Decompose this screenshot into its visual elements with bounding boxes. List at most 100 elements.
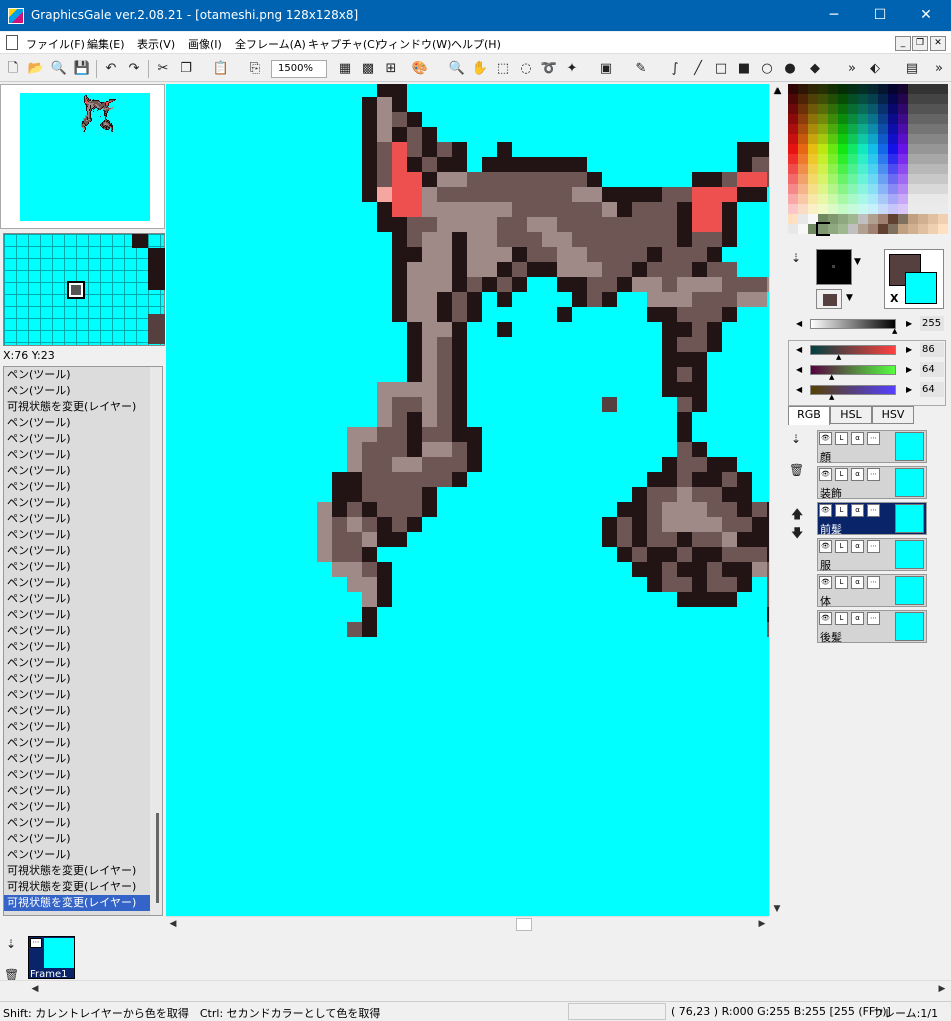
palette-swatch[interactable] xyxy=(848,154,858,164)
palette-swatch[interactable] xyxy=(798,194,808,204)
palette-swatch[interactable] xyxy=(798,124,808,134)
palette-swatch[interactable] xyxy=(888,214,898,224)
palette-swatch[interactable] xyxy=(858,224,868,234)
palette-swatch[interactable] xyxy=(838,224,848,234)
history-scrollbar[interactable] xyxy=(150,367,162,915)
palette-swatch[interactable] xyxy=(798,134,808,144)
palette-swatch[interactable] xyxy=(818,184,828,194)
palette-swatch[interactable] xyxy=(878,184,888,194)
history-item[interactable]: ペン(ツール) xyxy=(4,575,162,591)
palette-swatch[interactable] xyxy=(888,154,898,164)
palette-swatch[interactable] xyxy=(878,84,888,94)
palette-swatch[interactable] xyxy=(788,214,798,224)
palette-swatch[interactable] xyxy=(858,164,868,174)
palette-swatch[interactable] xyxy=(838,184,848,194)
palette-swatch[interactable] xyxy=(908,104,918,114)
history-item[interactable]: ペン(ツール) xyxy=(4,639,162,655)
palette-swatch[interactable] xyxy=(828,84,838,94)
palette-swatch[interactable] xyxy=(918,104,928,114)
palette-swatch[interactable] xyxy=(828,194,838,204)
palette-swatch[interactable] xyxy=(858,134,868,144)
scroll-left-icon[interactable]: ◀ xyxy=(166,917,180,931)
palette-swatch[interactable] xyxy=(828,94,838,104)
select-mode-icon[interactable]: ▣ xyxy=(597,60,615,78)
palette-swatch[interactable] xyxy=(938,184,948,194)
navigator-cursor[interactable] xyxy=(67,281,85,299)
history-item[interactable]: ペン(ツール) xyxy=(4,415,162,431)
brush-stroke-icon[interactable]: ∫ xyxy=(666,60,684,78)
palette-swatch[interactable] xyxy=(918,84,928,94)
palette-swatch[interactable] xyxy=(858,104,868,114)
palette-swatch[interactable] xyxy=(928,114,938,124)
palette-swatch[interactable] xyxy=(928,184,938,194)
palette-swatch[interactable] xyxy=(868,114,878,124)
palette-swatch[interactable] xyxy=(888,224,898,234)
palette-swatch[interactable] xyxy=(818,174,828,184)
palette-swatch[interactable] xyxy=(808,114,818,124)
palette-swatch[interactable] xyxy=(848,124,858,134)
lasso-select-icon[interactable]: ◌ xyxy=(517,60,535,78)
history-item[interactable]: ペン(ツール) xyxy=(4,431,162,447)
palette-swatch[interactable] xyxy=(908,124,918,134)
palette-swatch[interactable] xyxy=(838,94,848,104)
palette-swatch[interactable] xyxy=(868,124,878,134)
palette-swatch[interactable] xyxy=(838,134,848,144)
alpha-icon[interactable]: α xyxy=(851,468,864,481)
grid-icon[interactable]: ▦ xyxy=(336,60,354,78)
history-item[interactable]: ペン(ツール) xyxy=(4,719,162,735)
cut-icon[interactable]: ✂ xyxy=(154,60,172,78)
palette-swatch[interactable] xyxy=(838,144,848,154)
palette-swatch[interactable] xyxy=(848,194,858,204)
palette-swatch[interactable] xyxy=(868,104,878,114)
palette-swatch[interactable] xyxy=(788,84,798,94)
palette-swatch[interactable] xyxy=(908,134,918,144)
more-tools-icon[interactable]: » xyxy=(843,60,861,78)
palette-swatch[interactable] xyxy=(808,124,818,134)
move-up-icon[interactable]: 🡅 xyxy=(791,505,803,526)
alpha-icon[interactable]: α xyxy=(851,576,864,589)
palette-swatch[interactable] xyxy=(848,224,858,234)
history-item[interactable]: ペン(ツール) xyxy=(4,367,162,383)
palette-swatch[interactable] xyxy=(908,204,918,214)
palette-swatch[interactable] xyxy=(848,114,858,124)
palette-swatch[interactable] xyxy=(798,84,808,94)
palette-swatch[interactable] xyxy=(868,184,878,194)
hand-tool-icon[interactable]: ✋ xyxy=(471,60,489,78)
palette-swatch[interactable] xyxy=(818,124,828,134)
palette-swatch[interactable] xyxy=(938,104,948,114)
eye-icon[interactable]: 👁 xyxy=(819,612,832,625)
alpha-icon[interactable]: α xyxy=(851,432,864,445)
palette-swatch[interactable] xyxy=(788,124,798,134)
palette-swatch[interactable] xyxy=(908,214,918,224)
lock-icon[interactable]: L xyxy=(835,612,848,625)
history-item[interactable]: ペン(ツール) xyxy=(4,783,162,799)
palette-swatch[interactable] xyxy=(918,174,928,184)
palette-swatch[interactable] xyxy=(898,94,908,104)
palette-swatch[interactable] xyxy=(868,174,878,184)
swap-colors-label[interactable]: X xyxy=(890,292,898,305)
history-item[interactable]: 可視状態を変更(レイヤー) xyxy=(4,399,162,415)
palette-swatch[interactable] xyxy=(928,94,938,104)
palette-swatch[interactable] xyxy=(888,94,898,104)
palette-swatch[interactable] xyxy=(928,134,938,144)
palette-swatch[interactable] xyxy=(878,194,888,204)
palette-swatch[interactable] xyxy=(938,94,948,104)
palette-swatch[interactable] xyxy=(838,154,848,164)
palette-swatch[interactable] xyxy=(908,84,918,94)
palette-swatch[interactable] xyxy=(788,164,798,174)
palette-swatch[interactable] xyxy=(858,94,868,104)
layer-item[interactable]: 👁 Lα ⋯ 服 xyxy=(817,538,927,572)
palette-swatch[interactable] xyxy=(878,224,888,234)
palette-swatch[interactable] xyxy=(898,184,908,194)
palette-swatch[interactable] xyxy=(898,194,908,204)
palette-swatch[interactable] xyxy=(838,194,848,204)
alpha-icon[interactable]: α xyxy=(851,540,864,553)
history-item[interactable]: ペン(ツール) xyxy=(4,383,162,399)
history-item[interactable]: ペン(ツール) xyxy=(4,847,162,863)
palette-swatch[interactable] xyxy=(878,174,888,184)
palette-swatch[interactable] xyxy=(848,104,858,114)
gray-slider[interactable]: ◀ ▶ ▲ 255 xyxy=(792,316,944,335)
fg-bg-color-box[interactable]: X xyxy=(884,249,944,309)
palette-swatch[interactable] xyxy=(908,154,918,164)
palette-swatch[interactable] xyxy=(928,124,938,134)
